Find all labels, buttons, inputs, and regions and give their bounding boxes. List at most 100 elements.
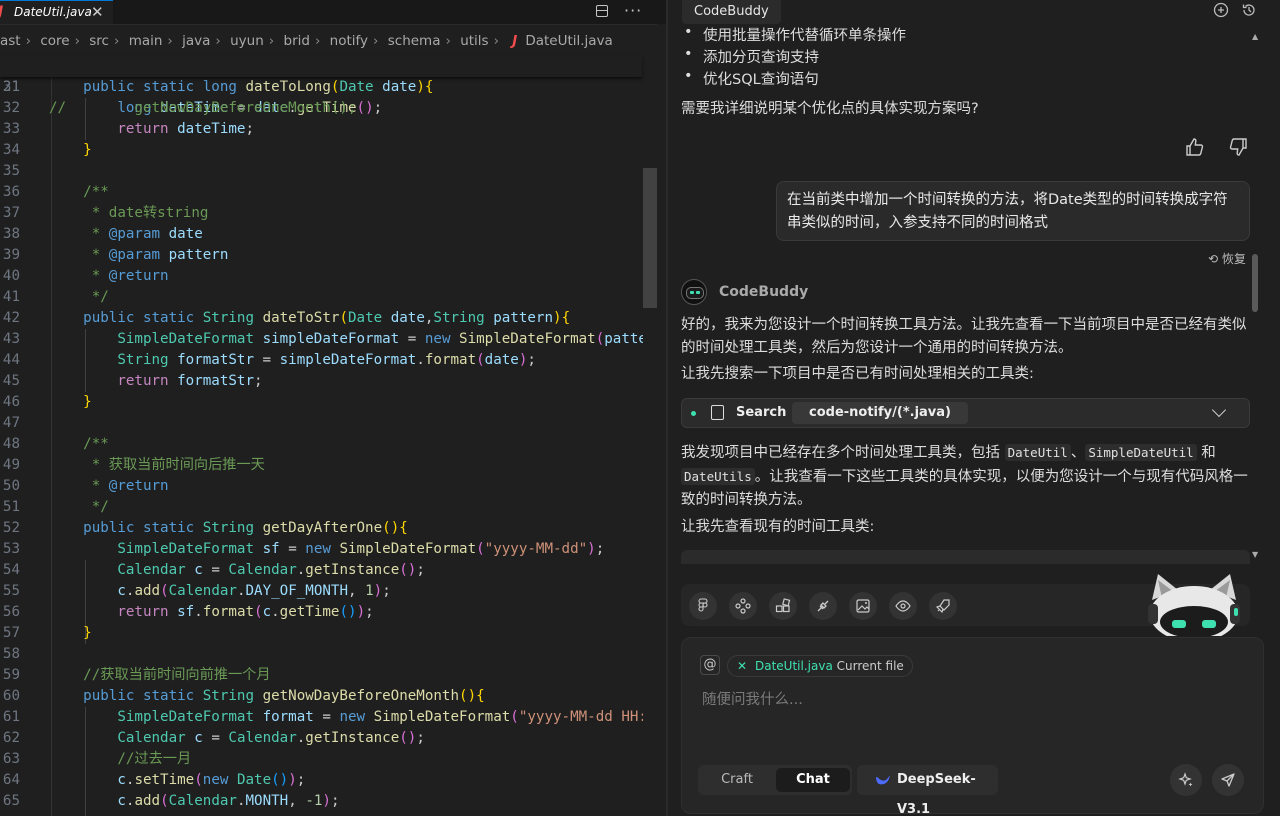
breadcrumb-item[interactable]: core (40, 33, 69, 49)
code-text: SimpleDateFormat simpleDateFormat = new … (117, 331, 656, 347)
code-line[interactable]: 45 return formatStr; (0, 371, 660, 392)
code-line[interactable]: 56 return sf.format(c.getTime()); (0, 602, 660, 623)
code-line[interactable]: 37 * date转string (0, 203, 660, 224)
code-line[interactable]: 33 return dateTime; (0, 119, 660, 140)
code-line[interactable]: 44 String formatStr = simpleDateFormat.f… (0, 350, 660, 371)
split-editor-icon[interactable] (596, 5, 608, 17)
code-line[interactable]: 40 * @return (0, 266, 660, 287)
editor-tab-bar: J DateUtil.java ✕ ··· (0, 0, 666, 25)
breadcrumb-item[interactable]: src (89, 33, 109, 49)
editor-tab-dateutil[interactable]: J DateUtil.java ✕ (0, 0, 113, 24)
context-file-chip[interactable]: ✕ DateUtil.java Current file (727, 655, 913, 677)
code-line[interactable]: 34 } (0, 140, 660, 161)
code-text: * @return (83, 268, 169, 284)
breadcrumb-item[interactable]: uyun (230, 33, 264, 49)
line-number: 43 (2, 331, 20, 347)
model-selector[interactable]: DeepSeek-V3.1 (857, 765, 998, 816)
code-text: public static long dateToLong(Date date)… (83, 79, 434, 95)
line-number: 65 (2, 793, 20, 809)
code-line[interactable]: 53 SimpleDateFormat sf = new SimpleDateF… (0, 539, 660, 560)
breadcrumb-item[interactable]: schema (388, 33, 441, 49)
sticky-scroll-line[interactable]: 21 // getNowDayBeforeOneMonth(); (0, 56, 642, 116)
breadcrumb-item[interactable]: ast (0, 33, 21, 49)
plugin-icon[interactable] (809, 592, 837, 620)
close-icon[interactable]: ✕ (91, 3, 104, 21)
chat-scrollbar-thumb[interactable] (1252, 254, 1258, 312)
code-line[interactable]: 55 c.add(Calendar.DAY_OF_MONTH, 1); (0, 581, 660, 602)
breadcrumb-item[interactable]: notify (330, 33, 368, 49)
code-line[interactable]: 57 } (0, 623, 660, 644)
breadcrumb-item[interactable]: brid (284, 33, 310, 49)
breadcrumb-item[interactable]: java (182, 33, 210, 49)
close-icon[interactable]: ✕ (737, 656, 747, 676)
code-line[interactable]: 65 c.add(Calendar.MONTH, -1); (0, 791, 660, 812)
mode-craft-tab[interactable]: Craft (700, 768, 774, 792)
sparkle-icon (1178, 772, 1193, 787)
image-icon[interactable] (849, 592, 877, 620)
code-line[interactable]: 36 /** (0, 182, 660, 203)
figma-icon[interactable] (689, 592, 717, 620)
tab-codebuddy[interactable]: CodeBuddy (682, 0, 781, 24)
code-line[interactable]: 38 * @param date (0, 224, 660, 245)
nodes-icon[interactable] (729, 592, 757, 620)
history-icon[interactable] (1240, 2, 1258, 20)
code-line[interactable]: 49 * 获取当前时间向后推一天 (0, 455, 660, 476)
code-line[interactable]: 39 * @param pattern (0, 245, 660, 266)
line-number: 45 (2, 373, 20, 389)
blocks-icon[interactable] (769, 592, 797, 620)
line-number: 38 (2, 226, 20, 242)
code-line[interactable]: 47 (0, 413, 660, 434)
more-actions-icon[interactable]: ··· (624, 1, 642, 20)
code-line[interactable]: 31 public static long dateToLong(Date da… (0, 77, 660, 98)
code-line[interactable]: 58 (0, 644, 660, 665)
line-number: 53 (2, 541, 20, 557)
scroll-up-arrow[interactable]: ▲ (1252, 32, 1258, 41)
code-area[interactable]: 31 public static long dateToLong(Date da… (0, 77, 656, 816)
line-number: 21 (2, 79, 20, 95)
chat-input-placeholder[interactable]: 随便问我什么... (702, 688, 803, 709)
code-line[interactable]: 50 * @return (0, 476, 660, 497)
code-line[interactable]: 35 (0, 161, 660, 182)
code-line[interactable]: 52 public static String getDayAfterOne()… (0, 518, 660, 539)
inline-code: SimpleDateUtil (1085, 444, 1197, 461)
scroll-down-arrow[interactable]: ▼ (1252, 550, 1258, 559)
code-line[interactable]: 59 //获取当前时间向前推一个月 (0, 665, 660, 686)
code-line[interactable]: 46 } (0, 392, 660, 413)
chevron-down-icon[interactable] (1211, 402, 1227, 418)
code-text: * @param date (83, 226, 203, 242)
code-line[interactable]: 43 SimpleDateFormat simpleDateFormat = n… (0, 329, 660, 350)
rocket-icon[interactable] (929, 592, 957, 620)
code-line[interactable]: 51 */ (0, 497, 660, 518)
code-line[interactable]: 62 Calendar c = Calendar.getInstance(); (0, 728, 660, 749)
code-line[interactable]: 63 //过去一月 (0, 749, 660, 770)
thumbs-up-icon[interactable] (1184, 137, 1206, 159)
mode-chat-tab[interactable]: Chat (776, 768, 850, 792)
eye-icon[interactable] (889, 592, 917, 620)
mention-button[interactable]: @ (700, 655, 720, 675)
send-button[interactable] (1212, 764, 1244, 796)
enhance-prompt-button[interactable] (1170, 764, 1202, 796)
code-line[interactable]: 42 public static String dateToStr(Date d… (0, 308, 660, 329)
chat-history[interactable]: 使用批量操作代替循环单条操作 添加分页查询支持 优化SQL查询语句 需要我详细说… (668, 24, 1280, 564)
code-line[interactable]: 48 /** (0, 434, 660, 455)
breadcrumb-item[interactable]: utils (460, 33, 488, 49)
breadcrumb-file[interactable]: DateUtil.java (525, 33, 613, 49)
search-tool-call[interactable]: Search code-notify/(*.java) (681, 398, 1250, 428)
thumbs-down-icon[interactable] (1227, 137, 1249, 159)
code-line[interactable]: 64 c.setTime(new Date()); (0, 770, 660, 791)
list-item: 优化SQL查询语句 (684, 68, 819, 89)
chat-input-box[interactable]: @ ✕ DateUtil.java Current file 随便问我什么...… (681, 637, 1264, 816)
code-line[interactable]: 61 SimpleDateFormat format = new SimpleD… (0, 707, 660, 728)
tool-call-partial[interactable] (681, 550, 1250, 564)
breadcrumb-item[interactable]: main (129, 33, 163, 49)
code-text: String formatStr = simpleDateFormat.form… (117, 352, 536, 368)
code-line[interactable]: 60 public static String getNowDayBeforeO… (0, 686, 660, 707)
inline-code: DateUtil (1004, 444, 1071, 461)
line-number: 59 (2, 667, 20, 683)
new-chat-icon[interactable] (1212, 2, 1230, 20)
line-number: 46 (2, 394, 20, 410)
restore-button[interactable]: ⟲ 恢复 (1208, 250, 1246, 267)
code-line[interactable]: 41 */ (0, 287, 660, 308)
code-line[interactable]: 54 Calendar c = Calendar.getInstance(); (0, 560, 660, 581)
line-number: 60 (2, 688, 20, 704)
